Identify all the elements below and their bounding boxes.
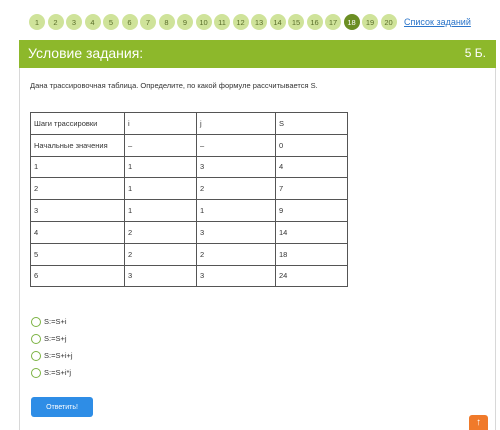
page-button-15[interactable]: 15 bbox=[288, 14, 304, 30]
table-cell: 2 bbox=[30, 177, 125, 201]
page-button-1[interactable]: 1 bbox=[29, 14, 45, 30]
page-button-11[interactable]: 11 bbox=[214, 14, 230, 30]
table-header-row: Шаги трассировки i j S bbox=[30, 112, 348, 135]
table-cell: 1 bbox=[30, 155, 125, 179]
radio-button[interactable] bbox=[31, 367, 41, 378]
radio-button[interactable] bbox=[31, 333, 41, 344]
table-cell: 24 bbox=[275, 264, 348, 288]
page-button-14[interactable]: 14 bbox=[269, 14, 286, 30]
table-cell: 3 bbox=[30, 199, 125, 222]
table-row: Начальные значения – –0 bbox=[30, 133, 348, 157]
page-button-7[interactable]: 7 bbox=[140, 14, 156, 30]
answer-options: S:=S+i S:=S+j S:=S+i+j S:=S+i*j bbox=[31, 313, 73, 381]
page-button-13[interactable]: 13 bbox=[251, 14, 267, 30]
table-row: 6 3 3 24 bbox=[30, 264, 348, 288]
answer-option[interactable]: S:=S+i+j bbox=[31, 347, 73, 364]
table-cell: 14 bbox=[275, 220, 348, 244]
table-row: 2127 bbox=[30, 177, 348, 201]
table-cell: 4 bbox=[275, 155, 348, 179]
table-cell: 7 bbox=[275, 177, 348, 201]
answer-option[interactable]: S:=S+i bbox=[31, 313, 73, 330]
page-button-18[interactable]: 18 bbox=[343, 14, 360, 30]
chevron-up-icon[interactable]: ↑ bbox=[469, 415, 488, 430]
table-cell: – bbox=[124, 133, 197, 157]
radio-button[interactable] bbox=[31, 350, 41, 361]
page-button-19[interactable]: 19 bbox=[362, 14, 378, 30]
task-list-link[interactable]: Список заданий bbox=[404, 17, 471, 27]
page-button-12[interactable]: 12 bbox=[232, 14, 249, 30]
table-cell: 1 bbox=[124, 155, 197, 179]
table-cell: 2 bbox=[124, 242, 197, 266]
table-cell: 0 bbox=[275, 133, 348, 157]
question-text: Дана трассировочная таблица. Определите,… bbox=[30, 81, 318, 90]
table-cell: 18 bbox=[275, 242, 348, 266]
page-button-9[interactable]: 9 bbox=[177, 14, 193, 30]
submit-answer-button[interactable]: Ответить! bbox=[31, 397, 93, 417]
table-cell: 6 bbox=[30, 264, 125, 288]
page-button-10[interactable]: 10 bbox=[195, 14, 212, 30]
table-row: 1134 bbox=[30, 155, 348, 179]
page-button-3[interactable]: 3 bbox=[66, 14, 82, 30]
table-cell: 3 bbox=[196, 220, 276, 244]
header-title: Условие задания: bbox=[28, 45, 144, 61]
option-label: S:=S+i+j bbox=[44, 351, 73, 360]
option-label: S:=S+i*j bbox=[44, 368, 72, 377]
table-cell: 2 bbox=[124, 220, 197, 244]
table-cell: Начальные значения bbox=[30, 133, 125, 157]
page-button-2[interactable]: 2 bbox=[47, 14, 64, 30]
task-header: Условие задания: 5 Б. bbox=[19, 40, 496, 68]
task-content: Дана трассировочная таблица. Определите,… bbox=[19, 68, 496, 430]
answer-option[interactable]: S:=S+i*j bbox=[31, 364, 73, 381]
table-cell: 1 bbox=[196, 199, 276, 222]
page-button-20[interactable]: 20 bbox=[380, 14, 397, 30]
table-cell: S bbox=[275, 112, 348, 135]
radio-button[interactable] bbox=[31, 316, 41, 327]
table-cell: 2 bbox=[196, 177, 276, 201]
page-button-5[interactable]: 5 bbox=[103, 14, 119, 30]
trace-table-body: Шаги трассировки i j S Начальные значения – –0… bbox=[30, 112, 348, 288]
table-cell: 9 bbox=[275, 199, 348, 222]
page-button-17[interactable]: 17 bbox=[325, 14, 341, 30]
page-button-4[interactable]: 4 bbox=[84, 14, 101, 30]
table-cell: j bbox=[196, 112, 276, 135]
table-cell: 1 bbox=[124, 199, 197, 222]
table-cell: 3 bbox=[196, 155, 276, 179]
points-label: 5 Б. bbox=[464, 46, 486, 60]
trace-table: Шаги трассировки i j S Начальные значения – –0… bbox=[30, 112, 348, 288]
table-cell: 5 bbox=[30, 242, 125, 266]
table-row: 3119 bbox=[30, 199, 348, 222]
table-row: 5 2 2 18 bbox=[30, 242, 348, 266]
table-cell: – bbox=[196, 133, 276, 157]
table-cell: i bbox=[124, 112, 197, 135]
task-navigation: 1 2 3 4 5 6 7 8 9 10 11 12 13 14 15 16 17 18 19 20 Список за… bbox=[0, 0, 500, 40]
page-button-8[interactable]: 8 bbox=[158, 14, 175, 30]
option-label: S:=S+j bbox=[44, 334, 67, 343]
page-button-6[interactable]: 6 bbox=[121, 14, 138, 30]
page-button-16[interactable]: 16 bbox=[306, 14, 323, 30]
option-label: S:=S+i bbox=[44, 317, 67, 326]
table-cell: 3 bbox=[196, 264, 276, 288]
answer-option[interactable]: S:=S+j bbox=[31, 330, 73, 347]
table-cell: Шаги трассировки bbox=[30, 112, 125, 135]
table-cell: 3 bbox=[124, 264, 197, 288]
table-cell: 1 bbox=[124, 177, 197, 201]
table-cell: 2 bbox=[196, 242, 276, 266]
table-row: 4 2 3 14 bbox=[30, 220, 348, 244]
page-pagination: 1 2 3 4 5 6 7 8 9 10 11 12 13 14 15 16 17 18 19 20 Список за… bbox=[29, 13, 471, 31]
table-cell: 4 bbox=[30, 220, 125, 244]
